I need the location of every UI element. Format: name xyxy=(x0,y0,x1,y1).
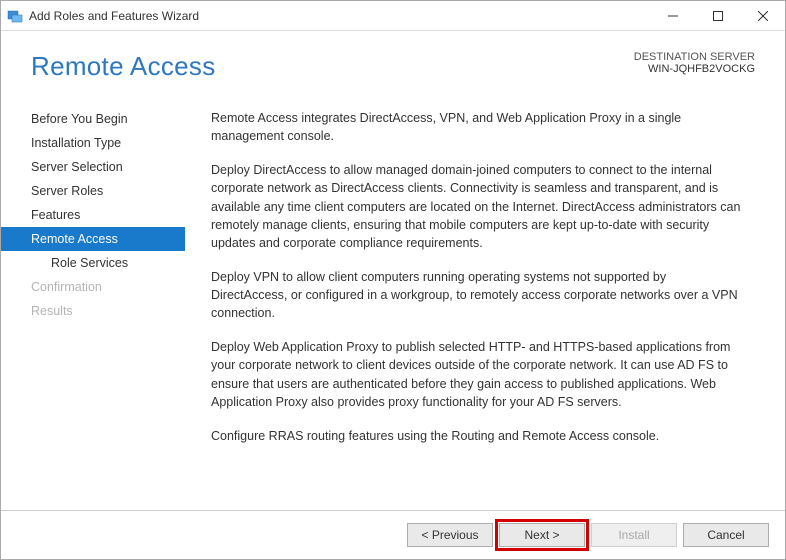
install-button: Install xyxy=(591,523,677,547)
sidebar-item-server-roles[interactable]: Server Roles xyxy=(1,179,185,203)
next-button[interactable]: Next > xyxy=(499,523,585,547)
sidebar-item-server-selection[interactable]: Server Selection xyxy=(1,155,185,179)
window-title: Add Roles and Features Wizard xyxy=(29,9,199,23)
header-area: Remote Access DESTINATION SERVER WIN-JQH… xyxy=(1,31,785,92)
destination-server: WIN-JQHFB2VOCKG xyxy=(634,63,755,75)
cancel-button[interactable]: Cancel xyxy=(683,523,769,547)
maximize-button[interactable] xyxy=(695,1,740,31)
content-area: Before You Begin Installation Type Serve… xyxy=(1,92,785,510)
description-paragraph: Deploy DirectAccess to allow managed dom… xyxy=(211,161,745,252)
destination-block: DESTINATION SERVER WIN-JQHFB2VOCKG xyxy=(634,51,755,75)
sidebar-item-results: Results xyxy=(1,299,185,323)
titlebar: Add Roles and Features Wizard xyxy=(1,1,785,31)
server-manager-icon xyxy=(7,8,23,24)
previous-button[interactable]: < Previous xyxy=(407,523,493,547)
minimize-button[interactable] xyxy=(650,1,695,31)
sidebar-item-confirmation: Confirmation xyxy=(1,275,185,299)
sidebar-item-installation-type[interactable]: Installation Type xyxy=(1,131,185,155)
main-content: Remote Access integrates DirectAccess, V… xyxy=(185,97,755,510)
sidebar-item-before-you-begin[interactable]: Before You Begin xyxy=(1,107,185,131)
sidebar-item-role-services[interactable]: Role Services xyxy=(1,251,185,275)
footer: < Previous Next > Install Cancel xyxy=(1,510,785,559)
destination-label: DESTINATION SERVER xyxy=(634,51,755,63)
page-title: Remote Access xyxy=(31,51,216,82)
close-button[interactable] xyxy=(740,1,785,31)
window-controls xyxy=(650,1,785,31)
description-paragraph: Remote Access integrates DirectAccess, V… xyxy=(211,109,745,145)
wizard-sidebar: Before You Begin Installation Type Serve… xyxy=(1,97,185,510)
description-paragraph: Deploy VPN to allow client computers run… xyxy=(211,268,745,322)
sidebar-item-features[interactable]: Features xyxy=(1,203,185,227)
sidebar-item-remote-access[interactable]: Remote Access xyxy=(1,227,185,251)
description-paragraph: Configure RRAS routing features using th… xyxy=(211,427,745,445)
description-paragraph: Deploy Web Application Proxy to publish … xyxy=(211,338,745,411)
